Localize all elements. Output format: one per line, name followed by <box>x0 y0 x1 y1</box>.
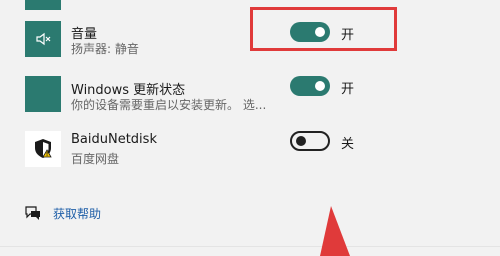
notification-settings-panel: 音量 扬声器: 静音 开 Windows 更新状态 你的设备需要重启以安装更新。… <box>0 0 500 256</box>
annotation-arrow <box>320 206 350 256</box>
